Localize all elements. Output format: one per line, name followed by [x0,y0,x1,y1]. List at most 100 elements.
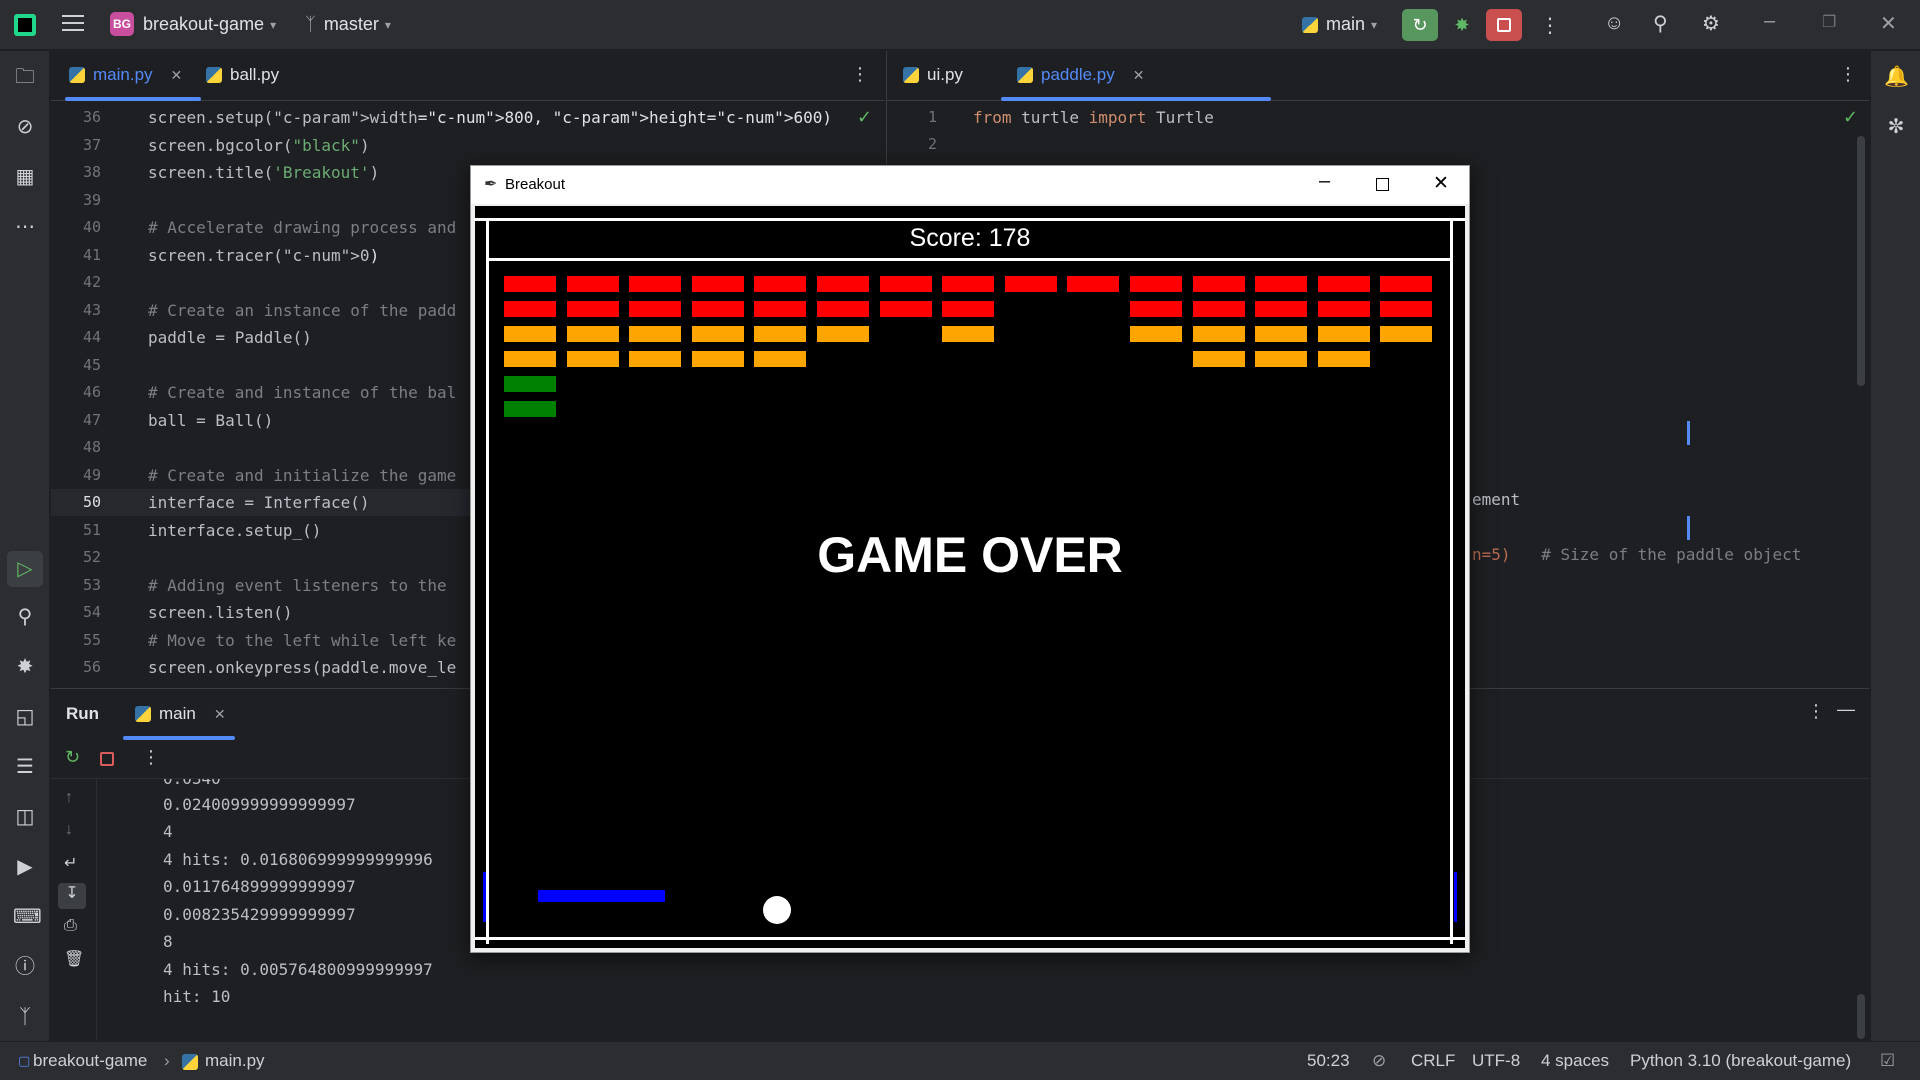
code-comment: # Size of the paddle object [1522,545,1802,564]
more-horizontal-icon[interactable]: ⋯ [13,215,37,239]
rerun-icon[interactable]: ↻ [65,747,80,768]
services-icon[interactable]: ▶ [13,855,37,879]
change-marker [1687,421,1690,445]
stop-icon [1497,18,1511,32]
search-icon[interactable]: ⚲ [1653,11,1668,36]
more-vertical-icon[interactable]: ⋮ [851,64,869,85]
structure-icon[interactable]: ▦ [13,165,37,189]
minimize-icon[interactable]: – [1764,10,1775,33]
brick [942,326,995,342]
branch-selector[interactable]: ᛉ master ▾ [305,14,391,35]
brick [1255,301,1308,317]
line-number: 38 [82,163,101,181]
notifications-icon[interactable]: 🔔 [1884,65,1909,89]
soft-wrap-icon[interactable]: ↵ [64,853,77,873]
add-user-icon[interactable]: ☺ [1604,12,1624,35]
stop-button[interactable] [1486,9,1522,41]
close-icon[interactable]: ✕ [1880,11,1897,36]
restore-icon[interactable]: ❐ [1822,12,1836,32]
line-number: 50 [82,493,101,511]
brick [754,326,807,342]
terminal-icon[interactable]: ⌨ [13,905,42,929]
close-tab-icon[interactable]: ✕ [1133,67,1145,84]
minimize-icon[interactable]: – [1319,170,1330,193]
brick [1067,276,1120,292]
breadcrumb-file[interactable]: main.py [205,1051,265,1071]
file-encoding[interactable]: UTF-8 [1472,1051,1520,1071]
debug-button[interactable]: ✸ [1444,9,1480,41]
project-selector[interactable]: breakout-game ▾ [143,14,276,35]
arrow-down-icon[interactable]: ↓ [65,821,73,839]
editor-tab-bar: ui.py paddle.py ✕ ⋮ [887,51,1869,101]
close-tab-icon[interactable]: ✕ [171,67,183,84]
more-vertical-icon[interactable]: ⋮ [1807,701,1825,722]
layers-icon[interactable]: ◫ [13,805,37,829]
run-config-selector[interactable]: main ▾ [1302,14,1377,35]
python-console-icon[interactable]: ◱ [13,705,37,729]
output-line: hit: 10 [163,987,231,1006]
right-wall-marker [1454,872,1457,922]
inspection-icon[interactable]: ⊘ [1372,1051,1386,1071]
line-number: 56 [82,658,101,676]
ball [763,896,791,924]
bug-icon[interactable]: ✸ [13,655,37,679]
brick [691,326,744,342]
brick [1317,326,1370,342]
scroll-to-end-icon[interactable]: ↧ [58,883,86,909]
code-line: # Accelerate drawing process and [148,218,457,237]
rerun-button[interactable]: ↻ [1402,9,1438,41]
line-number: 52 [82,548,101,566]
tab-run-main[interactable]: main ✕ [135,704,226,724]
bug-icon: ✸ [1454,14,1470,35]
module-icon: ▢ [18,1053,31,1068]
stop-icon[interactable] [100,752,114,766]
main-menu-icon[interactable] [62,15,84,35]
python-file-icon [903,67,919,83]
print-icon[interactable]: ⎙ [64,917,77,935]
arrow-up-icon[interactable]: ↑ [65,789,73,807]
project-badge[interactable]: BG [110,12,134,36]
python-icon [1302,16,1318,33]
brick [754,301,807,317]
search-icon[interactable]: ⚲ [13,605,37,629]
run-tool-icon[interactable]: ▷ [7,551,43,587]
brick [1130,276,1182,292]
minimize-panel-icon[interactable]: — [1837,699,1855,720]
brick [691,301,744,317]
tab-paddle-py[interactable]: paddle.py ✕ [1017,65,1144,85]
code-line: from turtle import Turtle [973,108,1214,127]
game-canvas[interactable]: Score: 178 GAME OVER [475,206,1465,948]
line-number: 40 [82,218,101,236]
git-icon[interactable]: ᛉ [13,1005,37,1029]
left-tool-strip: 🗀 ⊘ ▦ ⋯ ▷ ⚲ ✸ ◱ ☰ ◫ ▶ ⌨ ⓘ ᛉ [0,51,50,1041]
tab-ball-py[interactable]: ball.py [206,65,279,85]
breadcrumb-project[interactable]: breakout-game [33,1051,147,1071]
more-vertical-icon[interactable]: ⋮ [1839,64,1857,85]
more-vertical-icon[interactable]: ⋮ [142,747,160,768]
python-file-icon [182,1054,198,1070]
close-icon[interactable]: ✕ [1433,172,1449,195]
ai-assistant-icon[interactable]: ✼ [1884,115,1908,139]
more-vertical-icon[interactable]: ⋮ [1540,13,1560,38]
tab-ui-py[interactable]: ui.py [903,65,963,85]
gear-icon[interactable]: ⚙ [1702,11,1720,36]
maximize-icon[interactable] [1376,178,1389,191]
line-ending[interactable]: CRLF [1411,1051,1455,1071]
tab-main-py[interactable]: main.py ✕ [69,65,182,85]
todo-list-icon[interactable]: ☰ [13,755,37,779]
trash-icon[interactable]: 🗑 [64,949,84,969]
lock-icon[interactable]: ☑ [1880,1051,1895,1071]
scrollbar[interactable] [1857,136,1865,386]
scrollbar[interactable] [1857,994,1865,1039]
cursor-position[interactable]: 50:23 [1307,1051,1350,1071]
commit-icon[interactable]: ⊘ [13,115,37,139]
run-config-name: main [1326,14,1366,34]
project-folder-icon[interactable]: 🗀 [13,65,37,89]
run-panel-title: Run [66,704,100,723]
indent-setting[interactable]: 4 spaces [1541,1051,1609,1071]
brick [504,351,556,367]
pycharm-logo-icon [14,14,36,36]
close-tab-icon[interactable]: ✕ [214,706,226,723]
problems-icon[interactable]: ⓘ [13,955,37,979]
python-interpreter[interactable]: Python 3.10 (breakout-game) [1630,1051,1851,1071]
